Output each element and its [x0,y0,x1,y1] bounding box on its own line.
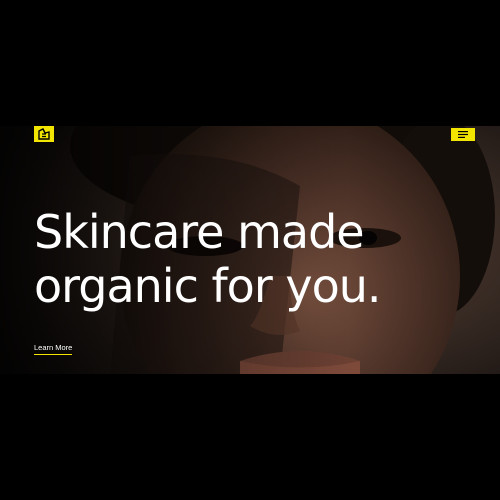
headline-line-2: organic for you. [34,259,381,313]
learn-more-link[interactable]: Learn More [34,343,73,355]
five-logo-icon [38,128,50,140]
headline-line-1: Skincare made [34,205,365,259]
hero-headline: Skincare made organic for you. [34,205,381,313]
hamburger-menu-icon [458,131,468,138]
hero-section: Skincare made organic for you. Learn Mor… [0,126,500,374]
brand-logo[interactable] [34,126,54,142]
menu-button[interactable] [451,128,475,141]
